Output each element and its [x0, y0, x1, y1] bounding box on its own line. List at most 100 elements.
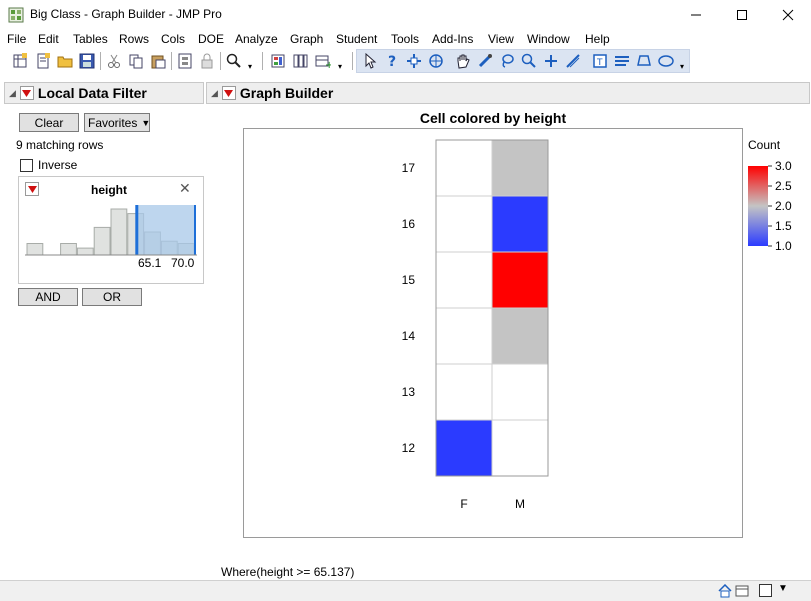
heatmap-cell[interactable] — [435, 307, 493, 365]
tables-icon[interactable] — [290, 51, 310, 71]
menu-tables[interactable]: Tables — [73, 32, 108, 46]
clear-button[interactable]: Clear — [19, 113, 79, 132]
heatmap-plot[interactable]: 12 13 14 15 16 17 F M — [243, 128, 743, 538]
legend-title: Count — [748, 138, 781, 152]
open-icon[interactable] — [55, 51, 75, 71]
ellipse-icon[interactable] — [656, 51, 676, 71]
and-button[interactable]: AND — [18, 288, 78, 306]
or-button[interactable]: OR — [82, 288, 142, 306]
menu-window[interactable]: Window — [527, 32, 570, 46]
minimize-button[interactable] — [673, 0, 719, 30]
legend-tick-label: 1.5 — [775, 219, 792, 233]
menu-student[interactable]: Student — [336, 32, 377, 46]
filter-histogram[interactable] — [25, 203, 197, 258]
lasso-tool-icon[interactable] — [497, 51, 517, 71]
heatmap-cell[interactable] — [491, 419, 549, 477]
favorites-dropdown[interactable]: Favorites ▼ — [84, 113, 150, 132]
menu-file[interactable]: File — [7, 32, 26, 46]
inverse-checkbox[interactable] — [20, 159, 33, 172]
graph-builder-header[interactable]: ◢ Graph Builder — [206, 82, 810, 104]
toolbar-overflow-icon-3[interactable]: ▾ — [680, 62, 684, 71]
legend-tick-label: 2.5 — [775, 179, 792, 193]
selected-range[interactable] — [136, 205, 195, 255]
inverse-label: Inverse — [38, 158, 78, 172]
histogram-bar — [93, 226, 111, 256]
toolbar-overflow-icon[interactable]: ▾ — [248, 62, 252, 71]
paste-icon[interactable] — [148, 51, 168, 71]
red-triangle-menu-icon-2[interactable] — [221, 86, 236, 100]
filter-variable-card: height ✕ 65.1 70.0 — [18, 176, 204, 284]
toolbar-overflow-icon-2[interactable]: ▾ — [338, 62, 342, 71]
y-tick-label: 14 — [402, 329, 416, 343]
menu-edit[interactable]: Edit — [38, 32, 59, 46]
close-icon[interactable]: ✕ — [179, 180, 191, 197]
save-icon[interactable] — [77, 51, 97, 71]
menu-tools[interactable]: Tools — [391, 32, 419, 46]
color-legend: 3.0 2.5 2.0 1.5 1.0 — [748, 159, 792, 253]
chevron-down-icon: ▼ — [141, 117, 151, 128]
add-rows-icon[interactable]: + — [313, 51, 333, 71]
search-icon[interactable] — [224, 51, 244, 71]
new-script-icon[interactable] — [33, 51, 53, 71]
y-tick-label: 13 — [402, 385, 416, 399]
legend-tick-label: 2.0 — [775, 199, 792, 213]
menu-add-ins[interactable]: Add-Ins — [432, 32, 473, 46]
heatmap-cell[interactable] — [435, 195, 493, 253]
polygon-icon[interactable] — [634, 51, 654, 71]
y-tick-label: 17 — [402, 161, 416, 175]
help-tool-icon[interactable]: ? — [382, 51, 402, 71]
disclosure-triangle-icon-2[interactable]: ◢ — [211, 88, 218, 99]
arrow-tool-icon[interactable] — [360, 51, 380, 71]
heatmap-cell[interactable] — [491, 139, 549, 197]
menu-bar: File Edit Tables Rows Cols DOE Analyze G… — [0, 30, 811, 48]
local-data-filter-header[interactable]: ◢ Local Data Filter — [4, 82, 204, 104]
magnifier-tool-icon[interactable] — [519, 51, 539, 71]
plus-tool-icon[interactable] — [541, 51, 561, 71]
histogram-bar — [110, 208, 128, 256]
where-clause: Where(height >= 65.137) — [221, 565, 355, 579]
report-icon[interactable] — [268, 51, 288, 71]
journal-icon[interactable] — [175, 51, 195, 71]
status-checkbox[interactable] — [759, 584, 772, 597]
heatmap-cell[interactable] — [491, 307, 549, 365]
legend-gradient-bar — [748, 166, 768, 246]
close-button[interactable] — [765, 0, 811, 30]
menu-analyze[interactable]: Analyze — [235, 32, 278, 46]
range-high-value[interactable]: 70.0 — [171, 256, 194, 270]
range-low-value[interactable]: 65.1 — [138, 256, 161, 270]
lock-icon[interactable] — [197, 51, 217, 71]
window-list-icon[interactable] — [735, 584, 749, 601]
legend-tick-label: 1.0 — [775, 239, 792, 253]
filter-card-menu-icon[interactable] — [25, 182, 39, 196]
menu-cols[interactable]: Cols — [161, 32, 185, 46]
svg-text:T: T — [596, 58, 603, 68]
heatmap-cell[interactable] — [491, 195, 549, 253]
heatmap-cell[interactable] — [435, 251, 493, 309]
heatmap-cell[interactable] — [435, 419, 493, 477]
status-dropdown-icon[interactable]: ▼ — [778, 583, 788, 594]
menu-doe[interactable]: DOE — [198, 32, 224, 46]
maximize-button[interactable] — [719, 0, 765, 30]
heatmap-cell[interactable] — [435, 363, 493, 421]
brush-tool-icon[interactable] — [475, 51, 495, 71]
heatmap-cell[interactable] — [491, 251, 549, 309]
home-icon[interactable] — [718, 583, 732, 601]
menu-help[interactable]: Help — [585, 32, 610, 46]
selection-tool-icon[interactable] — [426, 51, 446, 71]
hand-tool-icon[interactable] — [453, 51, 473, 71]
menu-rows[interactable]: Rows — [119, 32, 149, 46]
menu-graph[interactable]: Graph — [290, 32, 323, 46]
disclosure-triangle-icon[interactable]: ◢ — [9, 88, 16, 99]
heatmap-cell[interactable] — [491, 363, 549, 421]
cut-icon[interactable] — [104, 51, 124, 71]
heatmap-cell[interactable] — [435, 139, 493, 197]
new-data-table-icon[interactable] — [10, 51, 30, 71]
copy-icon[interactable] — [126, 51, 146, 71]
simple-shape-icon[interactable] — [612, 51, 632, 71]
menu-view[interactable]: View — [488, 32, 514, 46]
annotate-tool-icon[interactable]: T — [590, 51, 610, 71]
red-triangle-menu-icon[interactable] — [19, 86, 34, 100]
line-tool-icon[interactable] — [563, 51, 583, 71]
toolbar: ▾ + ▾ ? T ▾ — [0, 48, 811, 74]
crosshair-tool-icon[interactable] — [404, 51, 424, 71]
